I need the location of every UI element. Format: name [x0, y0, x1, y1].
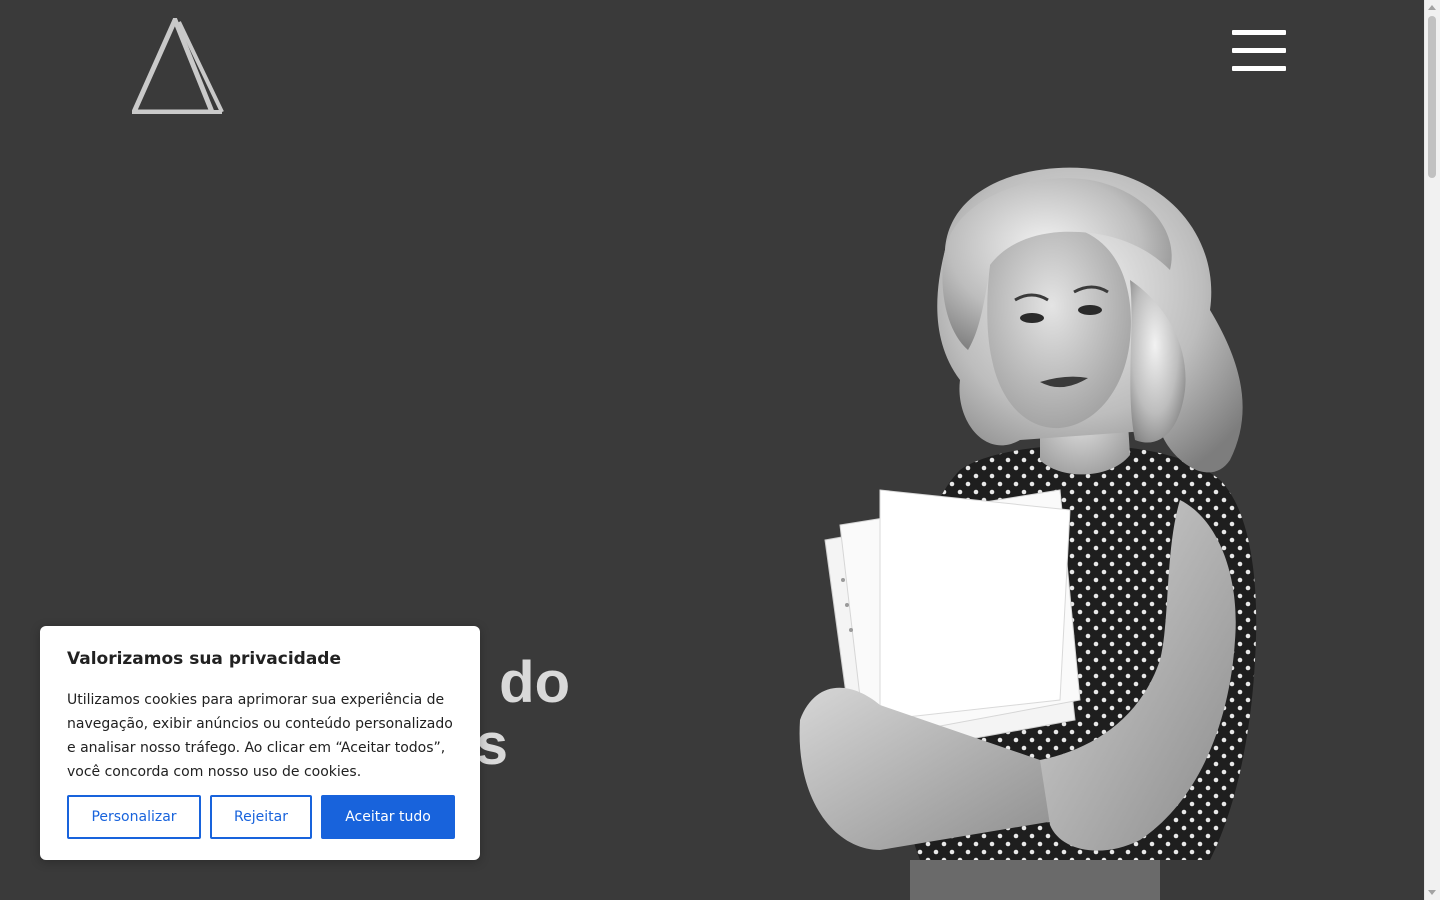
page-scrollbar[interactable]: [1424, 0, 1440, 900]
hamburger-bar: [1232, 30, 1286, 35]
hamburger-bar: [1232, 48, 1286, 53]
site-logo[interactable]: [130, 13, 226, 115]
scrollbar-thumb[interactable]: [1428, 16, 1436, 178]
hamburger-bar: [1232, 66, 1286, 71]
hero-woman-image: [799, 167, 1257, 900]
scroll-down-arrow-icon[interactable]: [1428, 890, 1436, 895]
reject-button[interactable]: Rejeitar: [210, 795, 312, 839]
scroll-up-arrow-icon[interactable]: [1428, 5, 1436, 10]
page: do s Valorizamos sua privacidade Utiliza…: [0, 0, 1440, 900]
cookie-banner-title: Valorizamos sua privacidade: [67, 649, 342, 669]
cookie-banner-text: Utilizamos cookies para aprimorar sua ex…: [67, 692, 453, 780]
cookie-consent-banner: Valorizamos sua privacidade Utilizamos c…: [40, 626, 480, 860]
cookie-banner-actions: Personalizar Rejeitar Aceitar tudo: [67, 795, 455, 839]
accept-all-button[interactable]: Aceitar tudo: [321, 795, 455, 839]
customize-button[interactable]: Personalizar: [67, 795, 201, 839]
menu-button[interactable]: [1230, 30, 1288, 74]
delta-logo-icon: [130, 13, 224, 115]
